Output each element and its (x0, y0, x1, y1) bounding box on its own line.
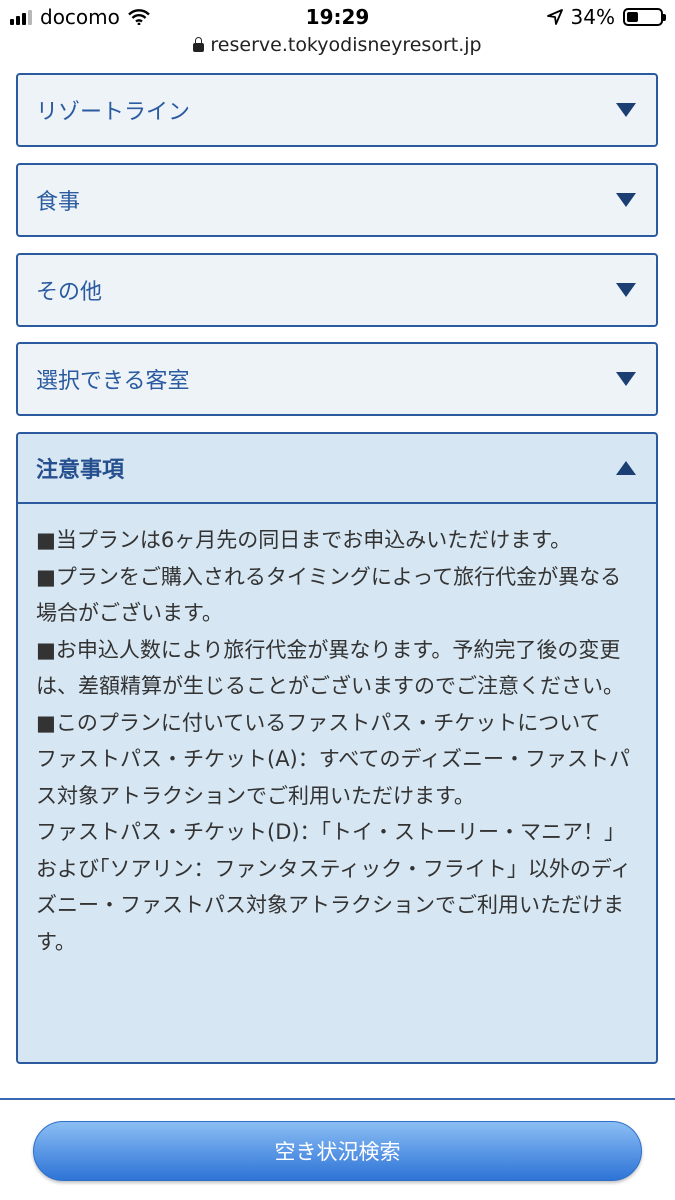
accordion-label: リゾートライン (36, 100, 191, 125)
divider (0, 1098, 675, 1100)
accordion-header[interactable]: リゾートライン (18, 75, 656, 145)
accordion-meal: 食事 (16, 163, 658, 237)
note-paragraph: ファストパス・チケット(A)：すべてのディズニー・ファストパス対象アトラクション… (36, 747, 630, 808)
location-arrow-icon (546, 9, 563, 25)
availability-search-button[interactable]: 空き状況検索 (33, 1121, 642, 1181)
battery-fill (627, 12, 638, 22)
accordion-resort-line: リゾートライン (16, 73, 658, 147)
note-paragraph: ■当プランは6ヶ月先の同日までお申込みいただけます。 (36, 528, 572, 552)
accordion-label: 注意事項 (36, 458, 125, 483)
triangle-down-icon (616, 193, 636, 207)
note-paragraph: ファストパス・チケット(D)：「トイ・ストーリー・マニア！」および｢ソアリン：フ… (36, 820, 632, 954)
accordion-header[interactable]: その他 (18, 255, 656, 325)
accordion-header[interactable]: 食事 (18, 165, 656, 235)
triangle-up-icon (616, 461, 636, 475)
status-right: 34% (546, 5, 666, 29)
url-bar[interactable]: reserve.tokyodisneyresort.jp (0, 34, 675, 58)
accordion-header[interactable]: 注意事項 (18, 434, 656, 504)
status-bar: docomo 19:29 34% (0, 0, 675, 36)
battery-icon (623, 8, 666, 26)
note-paragraph: ■お申込人数により旅行代金が異なります。予約完了後の変更は、差額精算が生じること… (36, 637, 624, 699)
accordion-label: 選択できる客室 (36, 369, 190, 394)
notes-body: ■当プランは6ヶ月先の同日までお申込みいただけます。 ■プランをご購入されるタイ… (18, 504, 656, 980)
triangle-down-icon (616, 103, 636, 117)
note-paragraph: ■プランをご購入されるタイミングによって旅行代金が異なる場合がございます。 (36, 564, 622, 626)
accordion-other: その他 (16, 253, 658, 327)
accordion-label: 食事 (36, 190, 81, 215)
accordion-label: その他 (36, 280, 103, 305)
battery-percent: 34% (570, 5, 615, 29)
triangle-down-icon (616, 283, 636, 297)
accordion-rooms: 選択できる客室 (16, 342, 658, 416)
accordion-notes: 注意事項 ■当プランは6ヶ月先の同日までお申込みいただけます。 ■プランをご購入… (16, 432, 658, 1064)
triangle-down-icon (616, 372, 636, 386)
url-text: reserve.tokyodisneyresort.jp (210, 34, 482, 56)
note-paragraph: ■このプランに付いているファストパス・チケットについて (36, 710, 601, 735)
lock-icon (193, 37, 205, 52)
accordion-header[interactable]: 選択できる客室 (18, 344, 656, 414)
